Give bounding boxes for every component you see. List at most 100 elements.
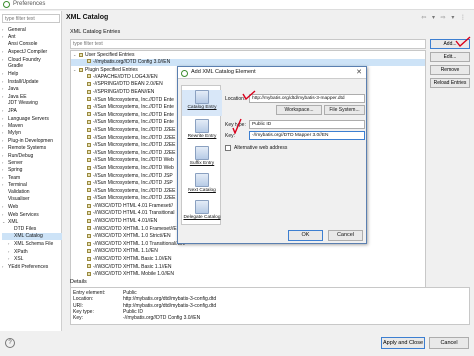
ok-button[interactable]: OK (288, 230, 323, 241)
nav-label: Delegate Catalog (183, 215, 221, 220)
bottom-bar: ? Apply and Close Cancel (0, 331, 474, 356)
dtd-file-icon (87, 271, 91, 276)
preferences-tree-item[interactable]: Ansi Console (2, 41, 62, 48)
preferences-tree-item[interactable]: › Maven (2, 122, 62, 129)
preferences-filter-input[interactable] (2, 14, 60, 23)
add-button[interactable]: Add... (430, 39, 470, 49)
preferences-tree-item[interactable]: › XML Schema File (2, 240, 62, 247)
entry-label: -//W3C//DTD XHTML 1.0 Transitional//EN (93, 240, 185, 247)
catalog-entry-row[interactable]: ⌄ User Specified Entries (71, 51, 425, 59)
preferences-tree-item[interactable]: › XPath (2, 248, 62, 255)
preferences-tree-item[interactable]: › General (2, 26, 62, 33)
dtd-file-icon (87, 203, 91, 208)
tree-item-label: Maven (8, 123, 24, 130)
preferences-tree-item[interactable]: › Web (2, 203, 62, 210)
preferences-tree-item[interactable]: › Server (2, 159, 62, 166)
tree-item-label: XPath (14, 248, 28, 255)
dialog-title: Add XML Catalog Element (191, 69, 256, 75)
preferences-tree-item[interactable]: ⌄ XML (2, 218, 62, 225)
preferences-tree-item[interactable]: › Team (2, 174, 62, 181)
preferences-tree-item[interactable]: › Language Servers (2, 115, 62, 122)
entry-label: -//Sun Microsystems, Inc.//DTD Ente (93, 104, 174, 111)
preferences-tree-item[interactable]: › Terminal (2, 181, 62, 188)
dtd-file-icon (87, 256, 91, 261)
details-value: -//mybatis.org//DTD Config 3.0//EN (123, 315, 201, 322)
reload-entries-button[interactable]: Reload Entries (430, 78, 470, 88)
dialog-titlebar: Add XML Catalog Element ✕ (178, 67, 366, 79)
preferences-tree-item[interactable]: › Web Services (2, 211, 62, 218)
catalog-entry-row[interactable]: -//W3C//DTD XHTML Basic 1.1//EN (71, 264, 425, 272)
alternative-web-address-checkbox[interactable] (225, 145, 231, 151)
tree-item-label: Cloud Foundry (8, 56, 41, 63)
location-input[interactable]: http://mybatis.org/dtd/mybatis-3-mapper.… (249, 94, 365, 103)
preferences-tree-item[interactable]: › Run/Debug (2, 152, 62, 159)
nav-suffix-entry[interactable]: Suffix Entry (182, 146, 222, 170)
preferences-tree-item[interactable]: › Java EE (2, 93, 62, 100)
catalog-entry-row[interactable]: -//W3C//DTD XHTML Basic 1.0//EN (71, 256, 425, 264)
nav-next-catalog[interactable]: Next Catalog (182, 173, 222, 197)
tree-item-label: JPA (8, 108, 17, 115)
preferences-tree-item[interactable]: › Spring (2, 166, 62, 173)
preferences-tree-item[interactable]: › Mylyn (2, 129, 62, 136)
preferences-tree-item[interactable]: XML Catalog (2, 232, 62, 241)
key-input[interactable]: -//mybatis.org//DTD Mapper 3.0//EN (249, 131, 365, 140)
preferences-tree-item[interactable]: › Cloud Foundry (2, 56, 62, 63)
preferences-tree-item[interactable]: Visualiser (2, 196, 62, 203)
dtd-file-icon (87, 249, 91, 254)
tree-item-label: General (8, 27, 26, 33)
tree-item-label: JDT Weaving (8, 99, 38, 106)
tree-item-label: AspectJ Compiler (8, 49, 48, 56)
preferences-tree-item[interactable]: › Help (2, 70, 62, 77)
preferences-tree: › General › Ant Ansi Console › AspectJ Compile… (2, 26, 62, 270)
location-label: Location: (225, 96, 246, 102)
alternative-web-address-label: Alternative web address (234, 145, 288, 151)
entry-label: -//Sun Microsystems, Inc.//DTD J2EE (93, 195, 176, 202)
preferences-tree-item[interactable]: › AspectJ Compiler (2, 48, 62, 55)
preferences-tree-item[interactable]: Gradle (2, 63, 62, 70)
nav-catalog-entry[interactable]: Catalog Entry (182, 90, 222, 116)
dtd-file-icon (87, 97, 91, 102)
preferences-tree-item[interactable]: JDT Weaving (2, 100, 62, 107)
help-icon[interactable]: ? (5, 338, 15, 348)
preferences-tree-item[interactable]: › JPA (2, 107, 62, 114)
tree-item-label: Validation (8, 188, 30, 195)
preferences-tree-item[interactable]: › Remote Systems (2, 144, 62, 151)
edit-button[interactable]: Edit... (430, 52, 470, 62)
catalog-entry-row[interactable]: -//W3C//DTD XHTML 1.1//EN (71, 248, 425, 256)
nav-rewrite-entry[interactable]: Rewrite Entry (182, 119, 222, 143)
next-catalog-icon (195, 173, 209, 187)
tree-item-label: DTD Files (14, 225, 37, 232)
folder-icon (79, 67, 83, 72)
entries-filter-input[interactable] (70, 39, 426, 49)
close-icon[interactable]: ✕ (356, 68, 362, 76)
dtd-file-icon (87, 150, 91, 155)
file-system-button[interactable]: File System... (324, 105, 365, 115)
nav-delegate-catalog[interactable]: Delegate Catalog (182, 200, 222, 224)
key-type-label: Key type: (225, 122, 246, 128)
apply-and-close-button[interactable]: Apply and Close (381, 337, 425, 349)
cancel-button[interactable]: Cancel (429, 337, 469, 349)
nav-label: Next Catalog (188, 188, 216, 193)
tree-item-label: Ansi Console (8, 40, 38, 47)
preferences-tree-item[interactable]: › YEdit Preferences (2, 263, 62, 270)
preferences-tree-item[interactable]: Validation (2, 189, 62, 196)
dialog-cancel-button[interactable]: Cancel (328, 230, 363, 241)
dtd-file-icon (87, 173, 91, 178)
preferences-tree-item[interactable]: › Install/Update (2, 78, 62, 85)
catalog-entry-icon (195, 90, 209, 104)
remove-button[interactable]: Remove (430, 65, 470, 75)
preferences-tree-item[interactable]: DTD Files (2, 226, 62, 233)
entry-label: -//Sun Microsystems, Inc.//DTD J2EE (93, 142, 176, 149)
catalog-entry-row[interactable]: -//W3C//DTD XHTML Mobile 1.0//EN (71, 271, 425, 279)
preferences-tree-item[interactable]: › XSL (2, 255, 62, 262)
tree-item-label: XML (8, 219, 19, 226)
dtd-file-icon (87, 127, 91, 132)
key-type-select[interactable]: Public ID (249, 120, 365, 129)
preferences-tree-item[interactable]: › Ant (2, 33, 62, 40)
preferences-tree-item[interactable]: › Java (2, 85, 62, 92)
window-title: Preferences (13, 1, 46, 7)
history-nav-icons[interactable]: ⇦ ▾ ⇨ ▾ ⋮ (421, 14, 468, 21)
workspace-button[interactable]: Workspace... (276, 105, 322, 115)
preferences-tree-item[interactable]: › Plug-in Developmen (2, 137, 62, 144)
entry-label: -//W3C//DTD XHTML Mobile 1.0//EN (93, 271, 174, 278)
